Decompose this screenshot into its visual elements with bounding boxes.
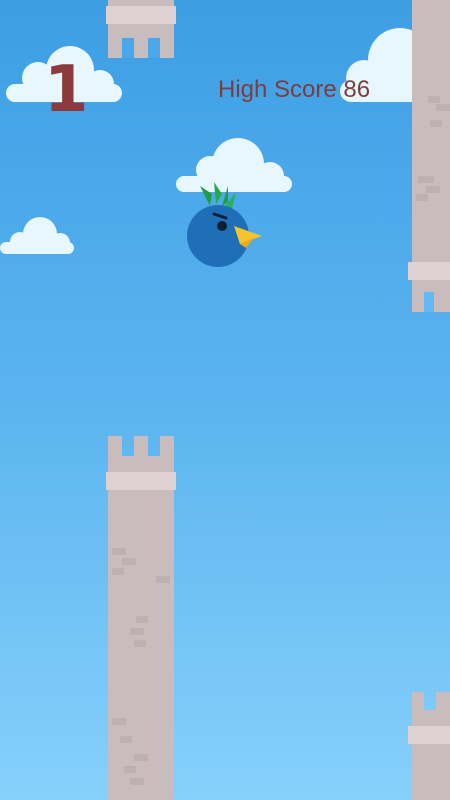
high-score-display: High Score 86	[218, 78, 370, 102]
cloud	[0, 217, 74, 254]
castle-tower-top-right	[408, 0, 450, 312]
castle-tower-bottom-right	[408, 692, 450, 800]
high-score-label: High Score	[218, 76, 337, 103]
game-scene[interactable]: 1 High Score 86	[0, 0, 450, 800]
castle-tower-top-left	[106, 0, 176, 58]
bird-eye	[217, 221, 227, 231]
current-score: 1	[44, 53, 89, 127]
castle-tower-bottom-left	[106, 436, 176, 800]
bird-crest	[200, 182, 236, 208]
high-score-value: 86	[343, 76, 371, 103]
bird-character	[187, 182, 262, 267]
